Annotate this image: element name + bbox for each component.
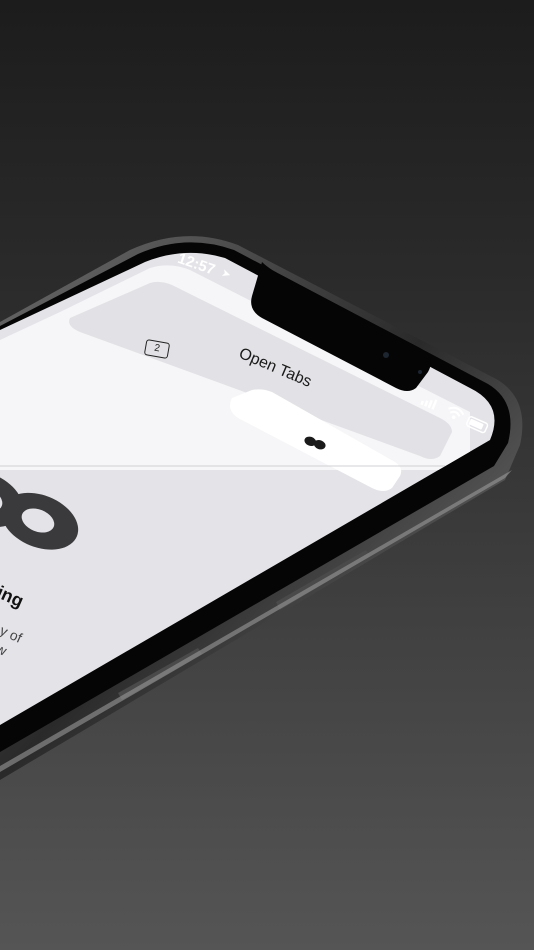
- phone-illustration: [0, 236, 523, 781]
- sensor: [418, 370, 422, 374]
- front-camera: [383, 352, 389, 358]
- device-mockup-scene: 12:57 ➤ 2 Open Tabs ing y of w: [0, 0, 534, 950]
